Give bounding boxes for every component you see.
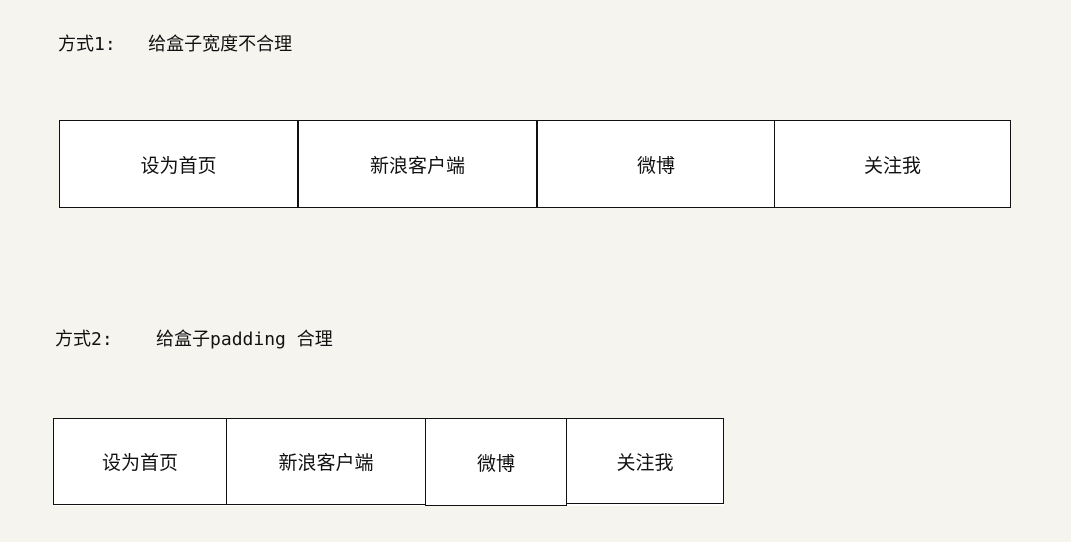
nav-item-follow-me[interactable]: 关注我 xyxy=(774,120,1011,208)
nav-item-follow-me[interactable]: 关注我 xyxy=(566,418,724,504)
nav-item-set-homepage[interactable]: 设为首页 xyxy=(59,120,299,208)
nav-bar-method-2: 设为首页 新浪客户端 微博 关注我 xyxy=(53,418,724,506)
nav-item-weibo[interactable]: 微博 xyxy=(537,120,775,208)
nav-item-sina-client[interactable]: 新浪客户端 xyxy=(226,418,426,505)
method-2-heading: 方式2: 给盒子padding 合理 xyxy=(55,329,333,350)
nav-item-set-homepage[interactable]: 设为首页 xyxy=(53,418,227,505)
nav-item-weibo[interactable]: 微博 xyxy=(425,418,567,506)
nav-bar-method-1: 设为首页 新浪客户端 微博 关注我 xyxy=(59,120,1011,208)
method-1-heading: 方式1: 给盒子宽度不合理 xyxy=(58,34,293,55)
nav-item-sina-client[interactable]: 新浪客户端 xyxy=(298,120,538,208)
